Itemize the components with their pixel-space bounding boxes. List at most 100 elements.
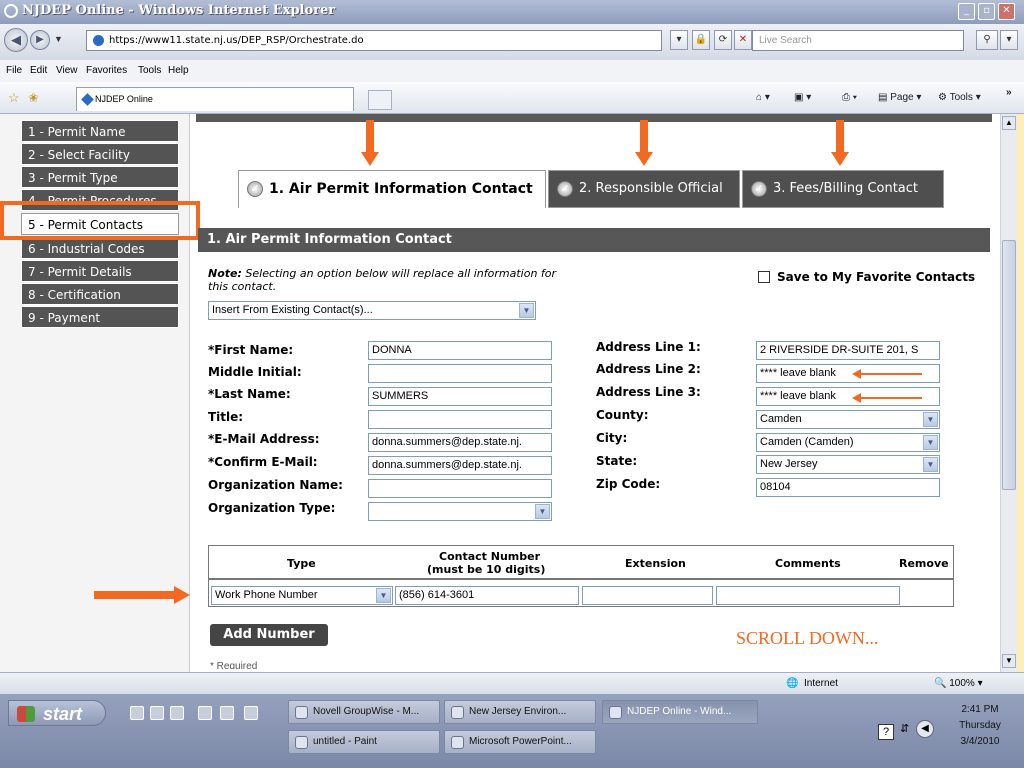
- zoom-control[interactable]: 🔍 100% ▾: [934, 673, 983, 695]
- windows-taskbar: start Novell GroupWise - M... New Jersey…: [0, 694, 1024, 768]
- close-window-button[interactable]: ✕: [998, 3, 1015, 20]
- title-input[interactable]: [368, 410, 552, 429]
- tab-fees-billing-contact[interactable]: ✓ 3. Fees/Billing Contact: [742, 170, 944, 208]
- sidebar-item-permit-name[interactable]: 1 - Permit Name: [21, 120, 179, 142]
- county-select[interactable]: Camden ▼: [756, 410, 940, 429]
- more-chevron-icon[interactable]: »: [1006, 84, 1012, 102]
- confirm-email-input[interactable]: donna.summers@dep.state.nj.: [368, 456, 552, 475]
- minimize-button[interactable]: _: [958, 3, 975, 20]
- scrollbar-thumb[interactable]: [1002, 240, 1016, 490]
- start-button[interactable]: start: [8, 700, 106, 726]
- checkbox-icon[interactable]: [758, 271, 770, 283]
- home-icon[interactable]: ⌂ ▾: [756, 89, 770, 107]
- sidebar-item-permit-type[interactable]: 3 - Permit Type: [21, 166, 179, 188]
- print-icon[interactable]: ⎙ ▾: [842, 89, 857, 107]
- help-icon[interactable]: ?: [878, 724, 894, 740]
- excel-icon[interactable]: [170, 706, 184, 720]
- org-type-select[interactable]: ▼: [368, 502, 552, 521]
- chevron-down-icon[interactable]: ▼: [923, 457, 938, 472]
- zip-input[interactable]: 08104: [756, 478, 940, 497]
- menu-favorites[interactable]: Favorites: [86, 60, 127, 82]
- menu-edit[interactable]: Edit: [30, 60, 47, 82]
- ie-quicklaunch-icon[interactable]: [150, 706, 164, 720]
- email-input[interactable]: donna.summers@dep.state.nj.: [368, 433, 552, 452]
- menu-file[interactable]: File: [6, 60, 22, 82]
- new-tab-button[interactable]: [368, 90, 392, 110]
- maximize-button[interactable]: ▫: [978, 3, 995, 20]
- menu-view[interactable]: View: [56, 60, 78, 82]
- state-select[interactable]: New Jersey ▼: [756, 455, 940, 474]
- phone-comments-input[interactable]: [716, 586, 900, 605]
- tab-air-permit-contact[interactable]: ✓ 1. Air Permit Information Contact: [238, 170, 546, 208]
- stop-icon[interactable]: ✕: [734, 30, 752, 50]
- phone-number-input[interactable]: (856) 614-3601: [395, 586, 579, 605]
- existing-contact-select[interactable]: Insert From Existing Contact(s)... ▼: [208, 301, 536, 320]
- search-input[interactable]: Live Search: [752, 30, 964, 51]
- scroll-down-icon[interactable]: ▼: [1002, 654, 1016, 668]
- menu-help[interactable]: Help: [168, 60, 189, 82]
- sidebar-item-select-facility[interactable]: 2 - Select Facility: [21, 143, 179, 165]
- status-bar: 🌐 Internet 🔍 100% ▾: [0, 672, 1024, 694]
- add-number-button[interactable]: Add Number: [210, 624, 328, 646]
- feeds-icon[interactable]: ▣ ▾: [794, 89, 811, 107]
- address1-input[interactable]: 2 RIVERSIDE DR-SUITE 201, S: [756, 341, 940, 360]
- note-text: Note: Selecting an option below will rep…: [208, 267, 568, 293]
- lock-icon[interactable]: 🔒: [692, 30, 710, 50]
- network-icon[interactable]: ⇵: [900, 722, 909, 735]
- address2-label: Address Line 2:: [596, 362, 701, 376]
- notepad-icon[interactable]: [198, 706, 212, 720]
- chevron-down-icon[interactable]: ▼: [923, 435, 938, 450]
- phone-type-select[interactable]: Work Phone Number ▼: [211, 586, 393, 605]
- refresh-icon[interactable]: ⟳: [714, 30, 732, 50]
- search-icon[interactable]: ⚲: [976, 30, 998, 50]
- chevron-down-icon[interactable]: ▼: [535, 504, 550, 519]
- taskbar-njdep-online[interactable]: NJDEP Online - Wind...: [602, 700, 758, 724]
- menu-tools[interactable]: Tools: [138, 60, 161, 82]
- phone-extension-input[interactable]: [582, 586, 713, 605]
- first-name-input[interactable]: DONNA: [368, 341, 552, 360]
- sidebar-item-payment[interactable]: 9 - Payment: [21, 306, 179, 328]
- taskbar-powerpoint[interactable]: Microsoft PowerPoint...: [444, 730, 596, 754]
- search-options-icon[interactable]: ▾: [1000, 30, 1018, 50]
- taskbar-clock[interactable]: 2:41 PM Thursday 3/4/2010: [942, 702, 1018, 750]
- last-name-input[interactable]: SUMMERS: [368, 387, 552, 406]
- chevron-down-icon[interactable]: ▼: [923, 412, 938, 427]
- header-type: Type: [287, 557, 316, 570]
- sidebar-item-permit-details[interactable]: 7 - Permit Details: [21, 260, 179, 282]
- tab-responsible-official[interactable]: ✓ 2. Responsible Official: [548, 170, 740, 208]
- left-arrow-address3-icon: [852, 393, 924, 403]
- chevron-down-icon[interactable]: ▼: [376, 588, 391, 603]
- forward-arrow-icon[interactable]: ▶: [30, 30, 50, 50]
- down-arrow-tab3-icon: [831, 120, 849, 168]
- page-menu[interactable]: ▤ Page ▾: [878, 89, 921, 107]
- org-name-input[interactable]: [368, 479, 552, 498]
- address-field[interactable]: https://www11.state.nj.us/DEP_RSP/Orches…: [86, 30, 662, 51]
- taskbar-new-jersey[interactable]: New Jersey Environ...: [444, 700, 596, 724]
- add-favorites-icon[interactable]: ✬: [28, 90, 39, 106]
- groupwise-icon[interactable]: [244, 706, 258, 720]
- save-favorite-checkbox[interactable]: Save to My Favorite Contacts: [758, 270, 975, 284]
- address-dropdown-icon[interactable]: ▾: [670, 30, 688, 50]
- browser-tab-njdep[interactable]: NJDEP Online: [76, 87, 354, 111]
- scroll-up-icon[interactable]: ▲: [1002, 116, 1016, 130]
- media-icon[interactable]: [220, 706, 234, 720]
- tray-collapse-icon[interactable]: ◀: [916, 720, 934, 738]
- taskbar-groupwise[interactable]: Novell GroupWise - M...: [288, 700, 440, 724]
- powerpoint-app-icon: [451, 736, 464, 749]
- address3-label: Address Line 3:: [596, 385, 701, 399]
- middle-initial-label: Middle Initial:: [208, 365, 302, 379]
- favorites-star-icon[interactable]: ☆: [8, 90, 20, 106]
- sidebar-item-certification[interactable]: 8 - Certification: [21, 283, 179, 305]
- middle-initial-input[interactable]: [368, 364, 552, 383]
- back-arrow-icon[interactable]: ◀: [4, 28, 28, 52]
- city-select[interactable]: Camden (Camden) ▼: [756, 433, 940, 452]
- tools-menu[interactable]: ⚙ Tools ▾: [938, 89, 981, 107]
- chevron-down-icon[interactable]: ▼: [519, 303, 534, 318]
- sidebar-item-industrial-codes[interactable]: 6 - Industrial Codes: [21, 237, 179, 259]
- vertical-scrollbar[interactable]: ▲ ▼: [1000, 114, 1017, 672]
- taskbar-paint[interactable]: untitled - Paint: [288, 730, 440, 754]
- window-title-bar[interactable]: NJDEP Online - Windows Internet Explorer: [0, 0, 1024, 24]
- recent-pages-chevron-icon[interactable]: ▼: [54, 34, 63, 44]
- last-name-label: *Last Name:: [208, 387, 291, 401]
- word-icon[interactable]: [130, 706, 144, 720]
